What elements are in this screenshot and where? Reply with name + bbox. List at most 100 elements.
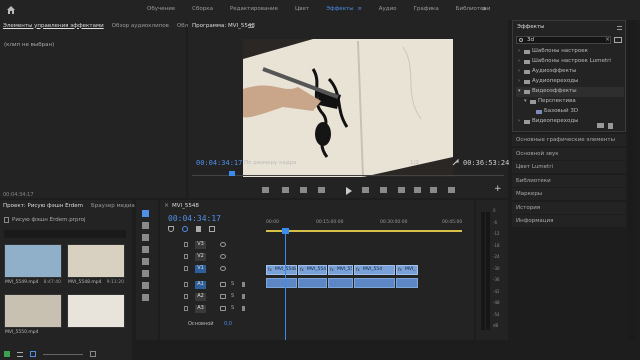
insert-icon[interactable] — [398, 187, 405, 193]
pen-tool-icon[interactable] — [142, 270, 149, 277]
track-target-v1[interactable]: V1 — [195, 265, 206, 273]
effects-title[interactable]: Эффекты — [517, 24, 545, 30]
track-target-a3[interactable]: A3 — [195, 305, 206, 313]
hand-tool-icon[interactable] — [142, 282, 149, 289]
audio-clip[interactable] — [298, 278, 327, 288]
go-to-out-icon[interactable] — [380, 187, 387, 193]
track-select-tool-icon[interactable] — [142, 222, 149, 229]
snap-icon[interactable] — [168, 226, 174, 232]
program-fit-dropdown[interactable]: По размеру кадра — [244, 160, 296, 166]
side-panel-6[interactable]: История — [512, 201, 626, 214]
workspace-tab-4[interactable]: Цвет — [295, 6, 309, 12]
zoom-slider[interactable] — [43, 353, 83, 355]
solo-button[interactable]: S — [231, 281, 234, 287]
clear-search-icon[interactable]: × — [605, 36, 610, 43]
timeline-playhead-line[interactable] — [285, 228, 286, 340]
export-frame-icon[interactable] — [430, 187, 437, 193]
eye-icon[interactable] — [220, 254, 226, 259]
audio-clip[interactable] — [266, 278, 297, 288]
track-target-v2[interactable]: V2 — [195, 253, 206, 261]
program-playhead[interactable] — [229, 171, 235, 176]
workspace-tab-7[interactable]: Графика — [414, 6, 439, 12]
timeline-close-icon[interactable]: × — [164, 202, 169, 209]
solo-button[interactable]: S — [231, 293, 234, 299]
side-panel-7[interactable]: Информация — [512, 215, 626, 227]
side-panel-5[interactable]: Маркеры — [512, 188, 626, 200]
timeline-timecode[interactable]: 00:04:34:17 — [168, 214, 221, 223]
folder-icon[interactable] — [597, 123, 604, 128]
effects-tree-item[interactable]: ▾ Перспектива — [516, 97, 624, 107]
video-clip[interactable]: fx MVI_ — [396, 265, 418, 275]
audio-clip[interactable] — [354, 278, 395, 288]
eye-icon[interactable] — [220, 266, 226, 271]
ripple-edit-tool-icon[interactable] — [142, 234, 149, 241]
home-icon[interactable] — [6, 5, 16, 15]
work-area-bar[interactable] — [266, 230, 462, 232]
project-clip-item[interactable]: MVI_5550.mp4 — [4, 294, 62, 340]
linked-selection-icon[interactable] — [182, 226, 188, 232]
sort-icon[interactable] — [90, 351, 96, 357]
chevron-down-icon[interactable]: ▾ — [518, 88, 521, 94]
project-clip-item[interactable] — [67, 294, 125, 340]
effects-search-input[interactable]: 3d × — [516, 36, 611, 44]
video-clip[interactable]: fxMVI_5548.mp — [298, 265, 327, 275]
add-button-icon[interactable]: + — [494, 184, 502, 194]
button-editor-icon[interactable] — [448, 187, 455, 193]
project-search-input[interactable] — [4, 230, 126, 238]
program-title[interactable]: Программа: MVI_5548 — [192, 23, 255, 29]
razor-tool-icon[interactable] — [142, 246, 149, 253]
icon-view-icon[interactable] — [30, 351, 36, 357]
side-panel-1[interactable]: Основные графические элементы — [512, 134, 626, 146]
workspace-menu-icon[interactable]: ≡ — [358, 6, 362, 12]
effects-tree-item[interactable]: › Аудиоэффекты — [516, 67, 624, 77]
track-lock-icon[interactable] — [184, 266, 188, 271]
settings-icon[interactable] — [209, 226, 215, 232]
workspace-tab-3[interactable]: Редактирование — [230, 6, 278, 12]
timeline-playhead-head[interactable] — [282, 228, 289, 234]
mute-icon[interactable] — [220, 282, 226, 287]
video-clip[interactable]: fxMVI_5548.mp4 [V] — [266, 265, 297, 275]
mute-icon[interactable] — [220, 294, 226, 299]
project-tab-1[interactable]: Проект: Рисую фэшн Erdem — [3, 203, 83, 209]
track-lock-icon[interactable] — [184, 254, 188, 259]
timeline-tab[interactable]: MVI_5548 — [172, 203, 199, 209]
mark-out-icon[interactable] — [282, 187, 289, 193]
slip-tool-icon[interactable] — [142, 258, 149, 265]
timeline-ruler[interactable]: 00:00 00:15:00:00 00:30:00:00 00:45:00 — [266, 220, 466, 234]
track-lock-icon[interactable] — [184, 306, 188, 311]
new-bin-icon[interactable] — [614, 37, 622, 43]
effects-tree-item[interactable]: Базовый 3D — [516, 107, 624, 117]
chevron-right-icon[interactable]: › — [518, 78, 520, 84]
selection-tool-icon[interactable] — [142, 210, 149, 217]
video-clip[interactable]: fx MVI_554 — [354, 265, 395, 275]
track-lock-icon[interactable] — [184, 242, 188, 247]
program-current-timecode[interactable]: 00:04:34:17 — [196, 159, 242, 167]
program-menu-icon[interactable] — [248, 24, 254, 28]
effects-tree-item[interactable]: ▾ Видеоэффекты — [516, 87, 624, 97]
audio-clip[interactable] — [396, 278, 418, 288]
effects-tree-item[interactable]: › Аудиопереходы — [516, 77, 624, 87]
mic-icon[interactable] — [242, 282, 245, 287]
mic-icon[interactable] — [242, 294, 245, 299]
side-panel-3[interactable]: Цвет Lumetri — [512, 161, 626, 173]
track-target-a1[interactable]: A1 — [195, 281, 206, 289]
pencil-icon[interactable] — [4, 351, 10, 357]
effects-tree-item[interactable]: › Шаблоны настроек — [516, 47, 624, 57]
chevron-right-icon[interactable]: › — [518, 68, 520, 74]
chevron-right-icon[interactable]: › — [518, 58, 520, 64]
track-target-a2[interactable]: A2 — [195, 293, 206, 301]
solo-button[interactable]: S — [231, 305, 234, 311]
chevron-right-icon[interactable]: › — [518, 118, 520, 124]
mute-icon[interactable] — [220, 306, 226, 311]
workspace-tab-6[interactable]: Аудио — [379, 6, 397, 12]
project-clip-item[interactable]: MVI_5548.mp4 9:11:20 — [67, 244, 125, 290]
project-tab-2[interactable]: Браузер медиа — [91, 203, 135, 209]
chevron-down-icon[interactable]: ▾ — [524, 98, 527, 104]
program-scrubber[interactable] — [192, 170, 504, 176]
trash-icon[interactable] — [608, 123, 613, 129]
add-marker-icon[interactable] — [196, 226, 201, 232]
workspaces-more[interactable]: » — [482, 4, 487, 13]
effect-controls-tab-2[interactable]: Обзор аудиоклипов — [112, 23, 169, 29]
go-to-in-icon[interactable] — [300, 187, 307, 193]
step-forward-icon[interactable] — [362, 187, 369, 193]
